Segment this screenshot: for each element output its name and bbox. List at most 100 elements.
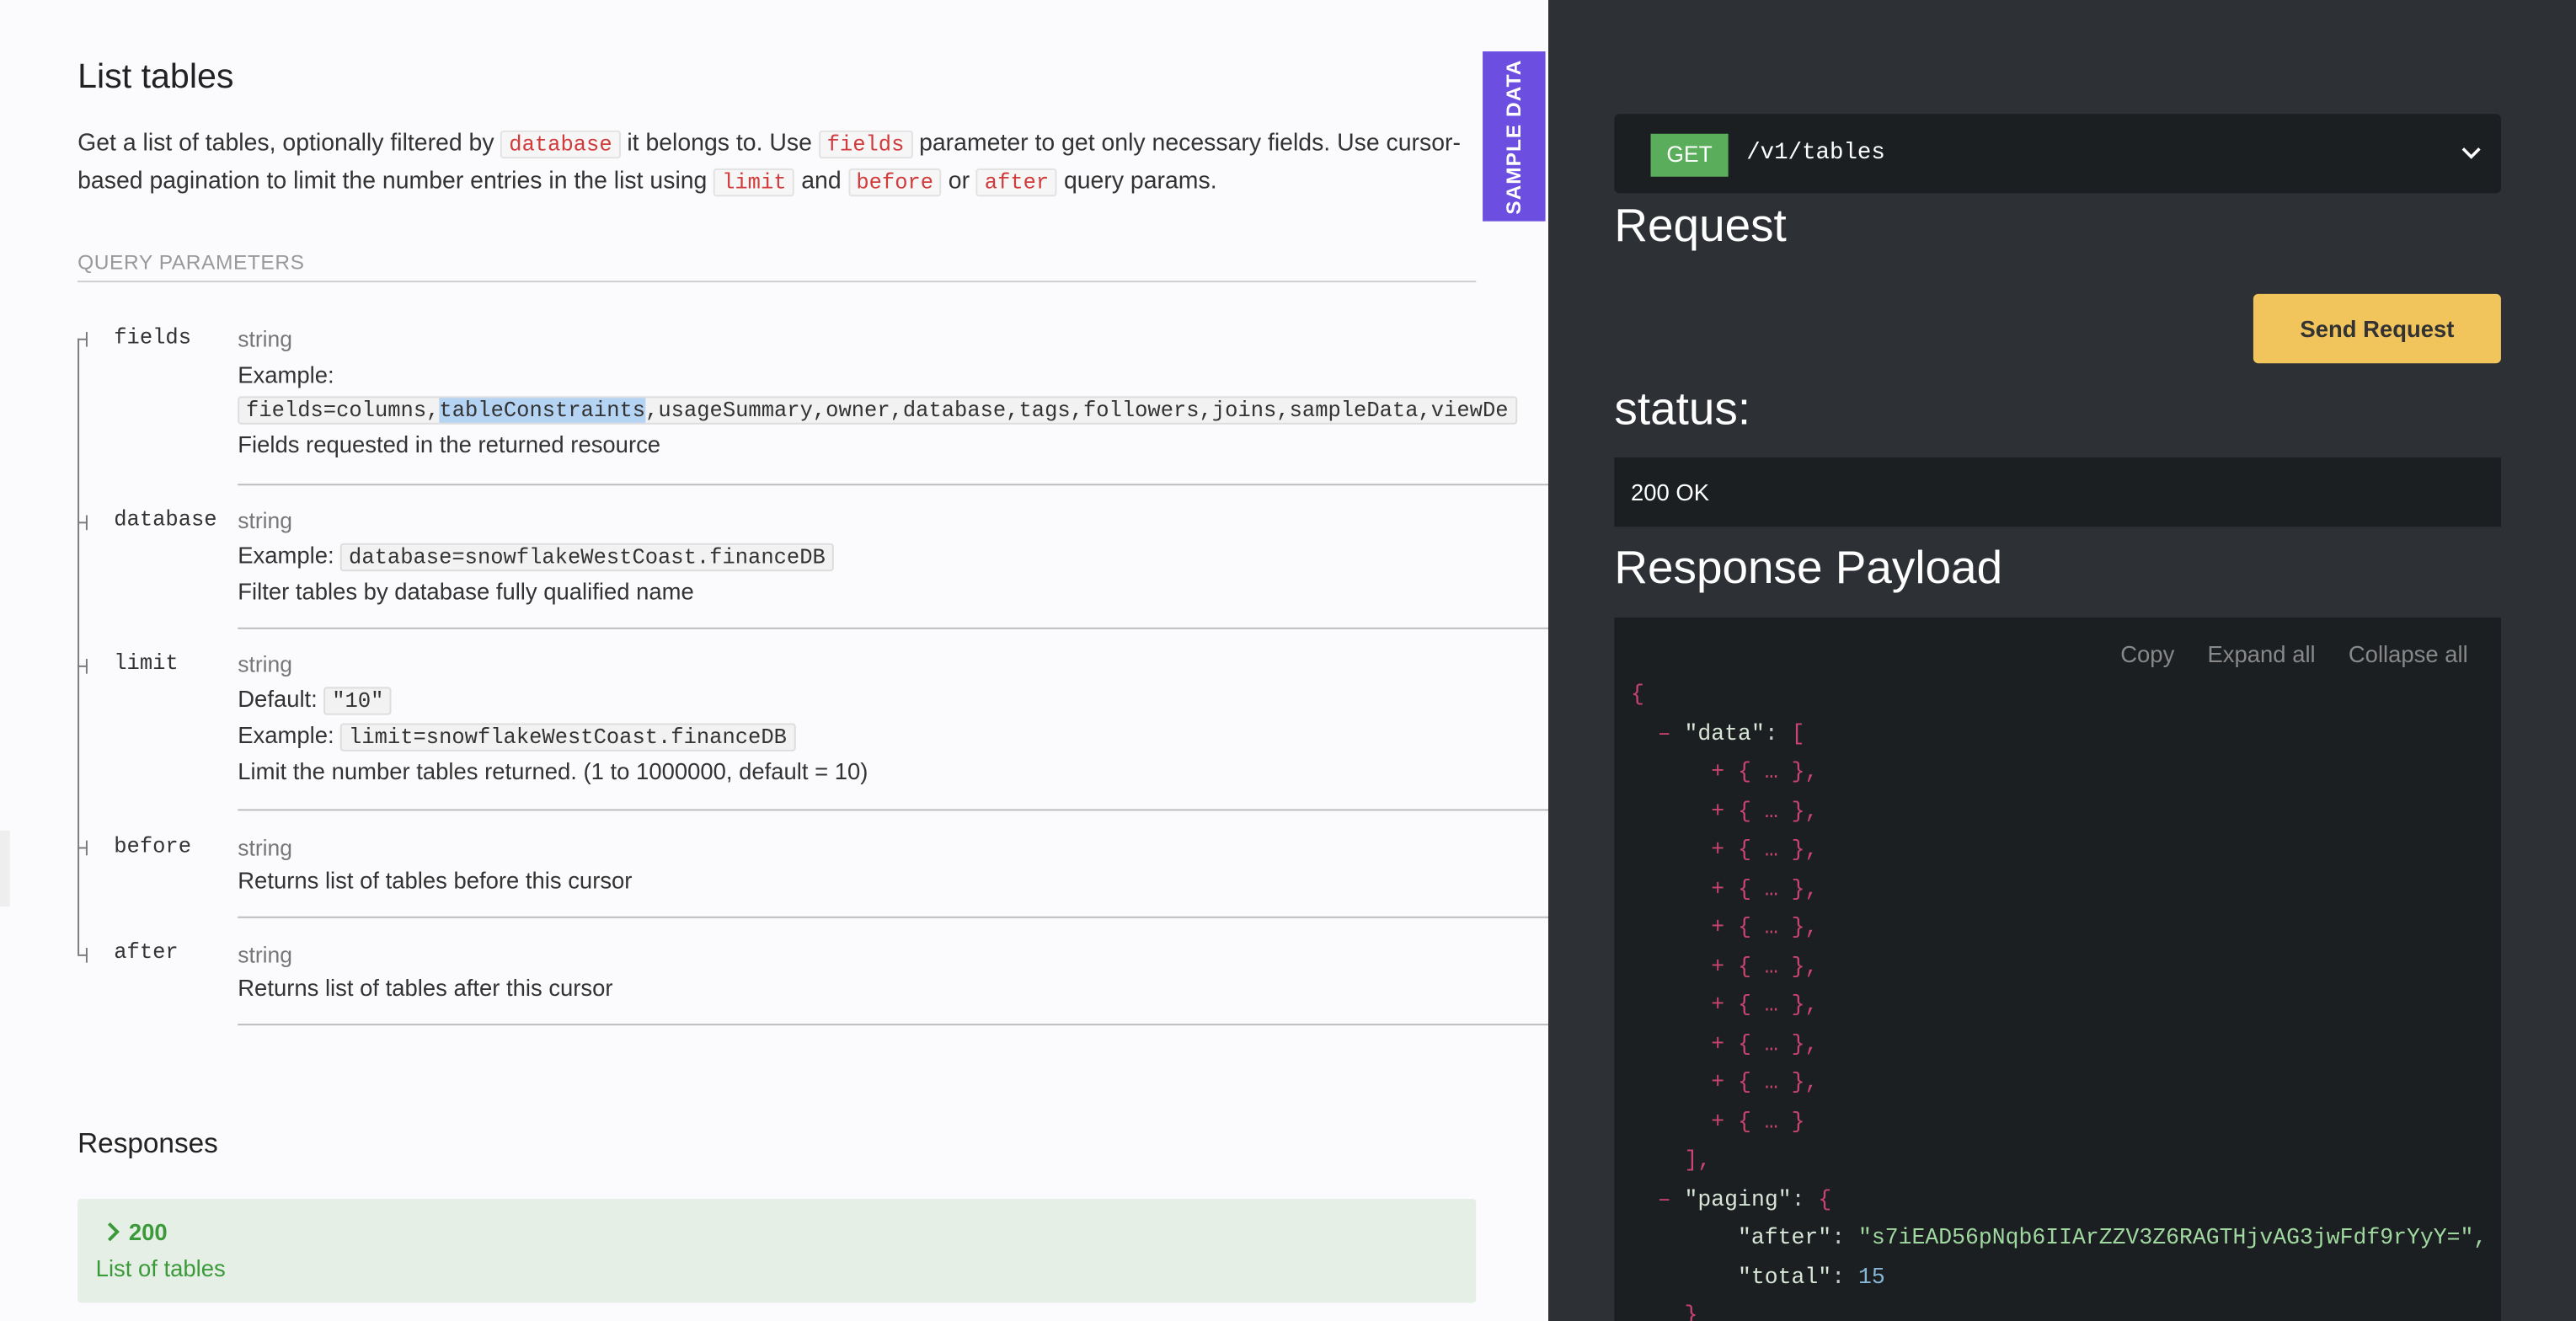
json-collapsed-item[interactable]: { … },	[1738, 762, 1818, 786]
responses-heading: Responses	[77, 1127, 218, 1159]
response-description: List of tables	[95, 1254, 226, 1281]
tree-cap	[85, 331, 88, 347]
param-divider	[238, 809, 1550, 811]
param-divider	[238, 916, 1550, 918]
expand-toggle[interactable]: +	[1711, 762, 1724, 786]
json-collapsed-item[interactable]: { … },	[1738, 955, 1818, 980]
param-name-before: before	[114, 833, 191, 859]
param-fields: string Example: fields=columns,tableCons…	[238, 327, 1550, 457]
param-type: string	[238, 652, 292, 677]
expand-toggle[interactable]: +	[1711, 917, 1724, 941]
response-code[interactable]: 200	[105, 1218, 168, 1245]
param-limit: string Default: "10" Example: limit=snow…	[238, 652, 1550, 784]
endpoint-selector[interactable]: GET /v1/tables	[1614, 114, 2501, 194]
expand-toggle[interactable]: +	[1711, 1110, 1724, 1135]
json-collapsed-item[interactable]: { … },	[1738, 800, 1818, 825]
param-divider	[238, 627, 1550, 629]
chevron-down-icon[interactable]	[2458, 139, 2484, 165]
param-divider	[238, 484, 1550, 486]
param-example-value: fields=columns,tableConstraints,usageSum…	[238, 396, 1517, 425]
param-before: string Returns list of tables before thi…	[238, 836, 1550, 894]
param-default-label: Default:	[238, 685, 318, 712]
left-scroll-indicator[interactable]	[0, 830, 10, 907]
param-description: Fields requested in the returned resourc…	[238, 431, 661, 457]
tree-cap	[85, 840, 88, 856]
selected-text[interactable]: tableConstraints	[439, 398, 645, 423]
tree-cap	[85, 515, 88, 531]
param-type: string	[238, 835, 292, 861]
json-collapsed-item[interactable]: { … },	[1738, 994, 1818, 1019]
expand-toggle[interactable]: +	[1711, 994, 1724, 1019]
param-example-label: Example:	[238, 721, 334, 748]
param-after: string Returns list of tables after this…	[238, 943, 1550, 1001]
status-value-box: 200 OK	[1614, 457, 2501, 527]
status-value: 200 OK	[1631, 479, 1710, 505]
payload-toolbar: Copy Expand all Collapse all	[2087, 640, 2468, 666]
json-collapsed-item[interactable]: { … },	[1738, 878, 1818, 902]
param-default-value: "10"	[323, 687, 393, 715]
param-description: Returns list of tables before this curso…	[238, 867, 633, 894]
expand-toggle[interactable]: +	[1711, 878, 1724, 902]
method-badge: GET	[1650, 133, 1729, 177]
code-before: before	[847, 168, 942, 197]
expand-toggle[interactable]: +	[1711, 1033, 1724, 1057]
expand-toggle[interactable]: +	[1711, 1072, 1724, 1096]
json-collapsed-item[interactable]: { … },	[1738, 1072, 1818, 1096]
param-database: string Example: database=snowflakeWestCo…	[238, 508, 1550, 605]
param-name-fields: fields	[114, 325, 191, 350]
send-request-button[interactable]: Send Request	[2253, 293, 2501, 364]
response-200[interactable]: 200 List of tables	[77, 1198, 1477, 1303]
sample-data-tab[interactable]: SAMPLE DATA	[1483, 51, 1546, 222]
code-fields: fields	[818, 130, 913, 159]
query-parameters-heading: QUERY PARAMETERS	[77, 251, 1477, 283]
param-description: Limit the number tables returned. (1 to …	[238, 757, 868, 784]
page-title: List tables	[77, 57, 234, 96]
request-heading: Request	[1614, 200, 1787, 251]
json-collapsed-item[interactable]: { … },	[1738, 1033, 1818, 1057]
tree-cap	[85, 948, 88, 963]
expand-toggle[interactable]: +	[1711, 955, 1724, 980]
param-type: string	[238, 327, 292, 352]
collapse-toggle[interactable]: –	[1658, 723, 1671, 747]
json-key: "after"	[1738, 1227, 1832, 1252]
json-number-value: 15	[1857, 1265, 1885, 1291]
json-string-value: "s7iEAD56pNqb6IIArZZV3Z6RAGTHjvAG3jwFdf9…	[1857, 1227, 2488, 1252]
response-payload-heading: Response Payload	[1614, 541, 2003, 593]
json-tree: { – "data": [ + { … }, + { … }, + { … },…	[1631, 683, 2488, 1321]
copy-button[interactable]: Copy	[2120, 640, 2174, 666]
expand-toggle[interactable]: +	[1711, 839, 1724, 864]
response-payload-viewer: Copy Expand all Collapse all { – "data": […	[1614, 618, 2501, 1321]
param-name-after: after	[114, 939, 179, 965]
chevron-right-icon	[107, 1222, 120, 1242]
json-collapsed-item[interactable]: { … },	[1738, 917, 1818, 941]
param-description: Filter tables by database fully qualifie…	[238, 578, 694, 605]
code-limit: limit	[713, 168, 795, 197]
documentation-panel: List tables Get a list of tables, option…	[0, 0, 1550, 1321]
collapse-all-button[interactable]: Collapse all	[2349, 640, 2468, 666]
json-key: "paging"	[1684, 1188, 1792, 1213]
code-database: database	[500, 130, 621, 159]
json-key: "data"	[1684, 722, 1765, 747]
param-example-label: Example:	[238, 541, 334, 569]
code-after: after	[975, 168, 1058, 197]
tree-cap	[85, 659, 88, 674]
param-type: string	[238, 508, 292, 534]
param-example-value: database=snowflakeWestCoast.financeDB	[340, 543, 834, 572]
sample-data-panel: GET /v1/tables Request Send Request stat…	[1548, 0, 2576, 1321]
expand-toggle[interactable]: +	[1711, 800, 1724, 825]
param-type: string	[238, 943, 292, 968]
json-collapsed-item[interactable]: { … }	[1738, 1110, 1804, 1135]
json-key: "total"	[1738, 1265, 1832, 1291]
status-heading: status:	[1614, 382, 1751, 435]
json-collapsed-item[interactable]: { … },	[1738, 839, 1818, 864]
param-name-database: database	[114, 506, 217, 532]
expand-all-button[interactable]: Expand all	[2207, 640, 2315, 666]
collapse-toggle[interactable]: –	[1658, 1188, 1671, 1212]
param-example-value: limit=snowflakeWestCoast.financeDB	[340, 723, 795, 751]
param-description: Returns list of tables after this cursor	[238, 974, 613, 1001]
param-divider	[238, 1024, 1550, 1026]
page-description: Get a list of tables, optionally filtere…	[77, 130, 1461, 197]
endpoint-path: /v1/tables	[1746, 140, 1885, 167]
param-name-limit: limit	[114, 650, 179, 676]
param-tree-line	[77, 338, 80, 955]
